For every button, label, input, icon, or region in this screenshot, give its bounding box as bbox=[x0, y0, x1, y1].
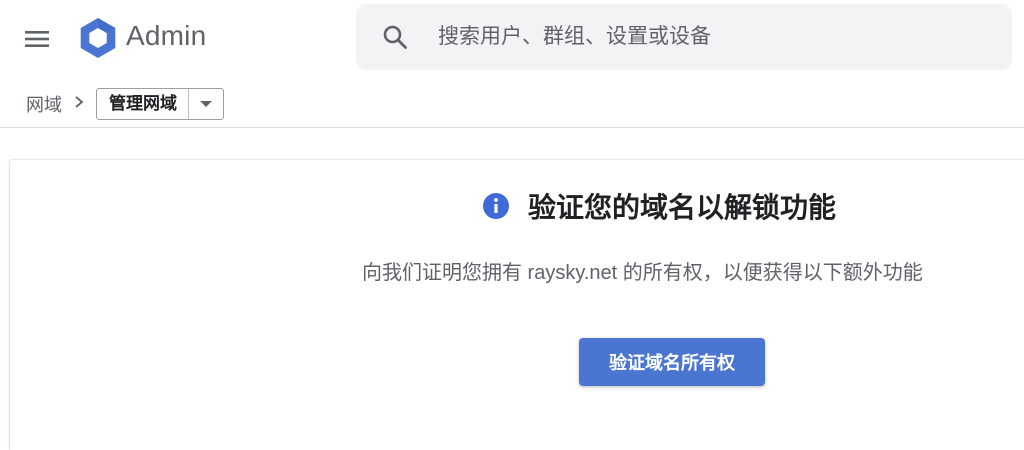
main-menu-button[interactable] bbox=[18, 20, 56, 58]
card-title: 验证您的域名以解锁功能 bbox=[528, 192, 837, 223]
chevron-right-icon bbox=[74, 95, 84, 114]
app-title[interactable]: Admin bbox=[126, 20, 206, 52]
search-input[interactable] bbox=[436, 24, 960, 50]
card-subtitle: 向我们证明您拥有 raysky.net 的所有权，以便获得以下额外功能 bbox=[362, 262, 923, 284]
caret-down-icon[interactable] bbox=[189, 89, 223, 119]
search-icon[interactable] bbox=[380, 22, 410, 52]
breadcrumb-current-dropdown[interactable]: 管理网域 bbox=[96, 88, 224, 120]
search-bar[interactable] bbox=[356, 4, 1012, 70]
breadcrumb: 网域 管理网域 bbox=[26, 88, 224, 120]
verify-domain-ownership-button[interactable]: 验证域名所有权 bbox=[579, 338, 765, 386]
top-bar: Admin bbox=[0, 0, 1024, 76]
info-icon bbox=[483, 193, 509, 219]
admin-logo-icon[interactable] bbox=[76, 16, 120, 60]
breadcrumb-current-label[interactable]: 管理网域 bbox=[97, 89, 189, 119]
header-divider bbox=[0, 127, 1024, 128]
hamburger-menu-icon bbox=[25, 31, 49, 47]
verify-domain-card bbox=[10, 160, 1024, 450]
breadcrumb-root-link[interactable]: 网域 bbox=[26, 91, 62, 117]
